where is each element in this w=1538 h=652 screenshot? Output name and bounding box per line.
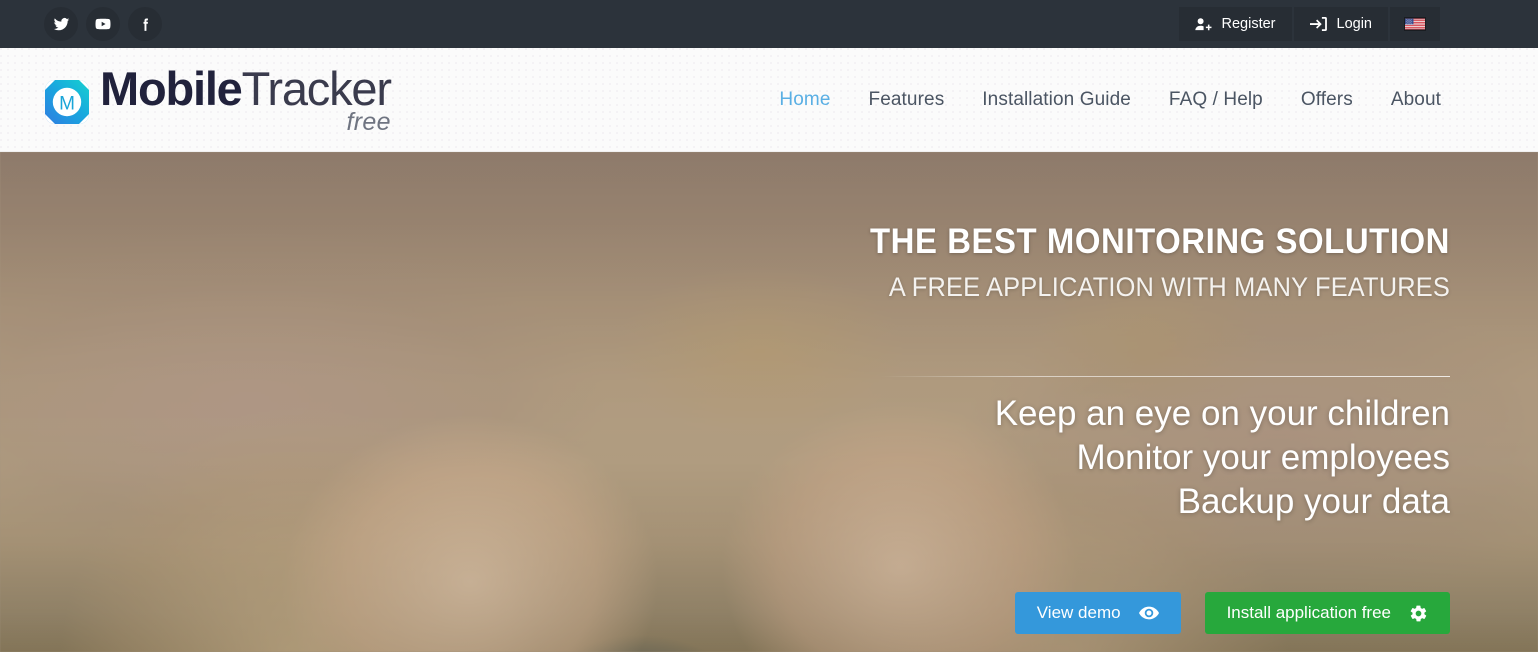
hero-benefit-1: Keep an eye on your children [994,394,1450,433]
youtube-button[interactable] [86,7,120,41]
site-header: M MobileTracker free Home Features Insta… [0,48,1538,152]
login-label: Login [1336,16,1372,32]
nav-item-offers[interactable]: Offers [1282,89,1372,111]
logo-word-light: Tracker [241,61,392,115]
nav-item-about[interactable]: About [1372,89,1460,111]
gear-icon [1409,604,1428,623]
main-nav: Home Features Installation Guide FAQ / H… [760,89,1494,111]
eye-icon [1138,606,1159,620]
youtube-icon [94,15,112,33]
user-plus-icon [1194,17,1212,32]
nav-item-home[interactable]: Home [760,89,849,111]
twitter-icon [53,16,70,33]
install-application-button[interactable]: Install application free [1204,592,1450,634]
nav-item-installation-guide[interactable]: Installation Guide [963,89,1150,111]
nav-item-faq-help[interactable]: FAQ / Help [1150,89,1282,111]
nav-item-features[interactable]: Features [850,89,964,111]
view-demo-button[interactable]: View demo [1014,592,1181,634]
logo[interactable]: M MobileTracker free [44,61,392,135]
hero-benefit-list: Keep an eye on your children Monitor you… [995,392,1450,524]
logo-word-bold: Mobile [100,61,243,115]
register-button[interactable]: Register [1178,7,1292,41]
facebook-icon [137,16,154,33]
twitter-button[interactable] [44,7,78,41]
top-bar-actions: Register Login [1178,7,1526,41]
hero-subtitle: A FREE APPLICATION WITH MANY FEATURES [888,272,1450,302]
facebook-button[interactable] [128,7,162,41]
hero-title: THE BEST MONITORING SOLUTION [870,222,1450,261]
logo-text: MobileTracker free [100,61,392,135]
hero-content: THE BEST MONITORING SOLUTION A FREE APPL… [0,152,1538,652]
language-button[interactable] [1390,7,1440,41]
hero-divider [880,376,1450,377]
hero-cta-group: View demo Install application free [1014,592,1450,634]
sign-in-icon [1309,16,1327,32]
view-demo-label: View demo [1036,603,1121,622]
install-application-label: Install application free [1226,603,1391,622]
hero-section: THE BEST MONITORING SOLUTION A FREE APPL… [0,152,1538,652]
social-links [44,7,162,41]
login-button[interactable]: Login [1293,7,1388,41]
hero-benefit-3: Backup your data [1177,482,1450,521]
us-flag-icon [1404,17,1426,31]
register-label: Register [1221,16,1276,32]
hero-benefit-2: Monitor your employees [1076,438,1451,477]
svg-text:M: M [59,93,75,114]
logo-mark-icon: M [44,79,90,125]
top-bar: Register Login [0,0,1538,48]
